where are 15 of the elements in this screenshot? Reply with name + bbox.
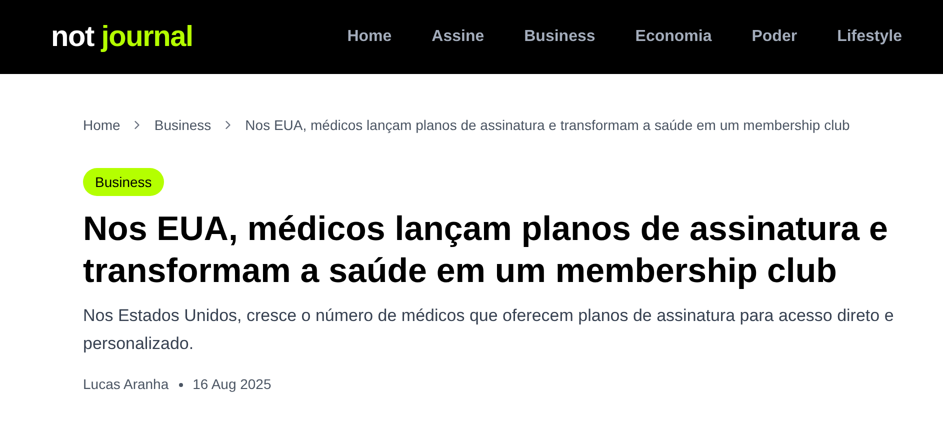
nav-link[interactable]: Assine	[432, 25, 484, 49]
publish-date: 16 Aug 2025	[192, 375, 272, 394]
breadcrumb-current: Nos EUA, médicos lançam planos de assinatura e transformam a saúde em um membership club	[245, 116, 850, 134]
site-logo[interactable]: not journal	[51, 22, 193, 52]
nav-link[interactable]: Lifestyle	[837, 25, 902, 49]
author-name: Lucas Aranha	[83, 375, 169, 394]
nav-link[interactable]: Poder	[752, 25, 798, 49]
category-tag[interactable]: Business	[83, 168, 164, 196]
nav-link[interactable]: Business	[524, 25, 596, 49]
breadcrumb-link[interactable]: Home	[83, 116, 120, 134]
nav-link[interactable]: Home	[347, 25, 392, 49]
nav-link[interactable]: Economia	[635, 25, 712, 49]
article-title: Nos EUA, médicos lançam planos de assinatura e transformam a saúde em um membership club	[83, 209, 889, 292]
breadcrumb-link[interactable]: Business	[154, 116, 212, 134]
article-subtitle: Nos Estados Unidos, cresce o número de médicos que oferecem planos de assinatura para acesso direto e personalizado.	[83, 305, 895, 355]
